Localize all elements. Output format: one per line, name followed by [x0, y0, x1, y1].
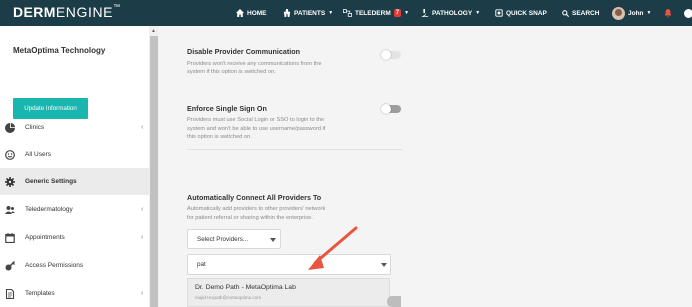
annotation-arrow-icon: [308, 226, 358, 270]
